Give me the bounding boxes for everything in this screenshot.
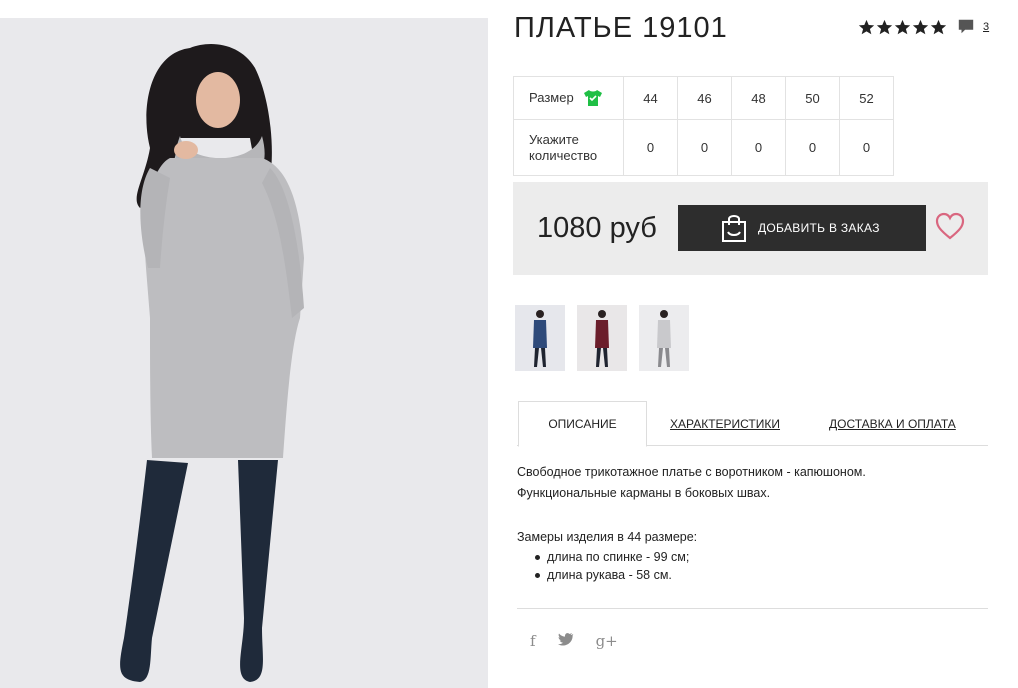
star-icon — [858, 19, 875, 34]
thumbnail-burgundy-dress[interactable] — [577, 305, 627, 371]
description-line: Свободное трикотажное платье с воротнико… — [517, 465, 866, 479]
quantity-input[interactable]: 0 — [677, 119, 732, 176]
star-icon — [912, 19, 929, 34]
google-plus-icon[interactable]: g+ — [596, 632, 618, 650]
star-icon — [930, 19, 947, 34]
facebook-icon[interactable]: f — [530, 632, 536, 650]
description-line: Функциональные карманы в боковых швах. — [517, 485, 771, 500]
tab-description[interactable]: ОПИСАНИЕ — [518, 401, 647, 447]
size-option: 46 — [677, 76, 732, 120]
quantity-input[interactable]: 0 — [731, 119, 786, 176]
heart-icon[interactable] — [935, 212, 965, 240]
star-icon — [876, 19, 893, 34]
measurements-list: длина по спинке - 99 см; длина рукава - … — [517, 548, 987, 584]
measurements-title: Замеры изделия в 44 размере: — [517, 530, 698, 544]
tab-delivery-payment[interactable]: ДОСТАВКА И ОПЛАТА — [829, 401, 956, 446]
product-main-image[interactable] — [0, 18, 488, 688]
quantity-label: Укажите количество — [513, 119, 624, 176]
thumbnail-blue-dress[interactable] — [515, 305, 565, 371]
twitter-icon[interactable] — [557, 632, 574, 650]
size-label: Размер — [529, 90, 574, 105]
size-option: 44 — [623, 76, 678, 120]
size-chart-shirt-icon[interactable] — [583, 89, 603, 107]
size-option: 48 — [731, 76, 786, 120]
buy-box: 1080 руб ДОБАВИТЬ В ЗАКАЗ — [513, 182, 988, 275]
star-icon — [894, 19, 911, 34]
rating: 3 — [858, 18, 989, 36]
list-item: длина рукава - 58 см. — [517, 566, 987, 584]
quantity-input[interactable]: 0 — [623, 119, 678, 176]
product-tabs: ОПИСАНИЕ ХАРАКТЕРИСТИКИ ДОСТАВКА И ОПЛАТ… — [517, 401, 988, 447]
add-to-order-label: ДОБАВИТЬ В ЗАКАЗ — [758, 221, 880, 235]
comment-icon[interactable] — [957, 18, 975, 36]
add-to-order-button[interactable]: ДОБАВИТЬ В ЗАКАЗ — [678, 205, 926, 251]
size-option: 52 — [839, 76, 894, 120]
rating-stars[interactable] — [858, 19, 947, 36]
list-item: длина по спинке - 99 см; — [517, 548, 987, 566]
divider — [517, 608, 988, 609]
quantity-input[interactable]: 0 — [785, 119, 840, 176]
size-label-cell: Размер — [513, 76, 624, 120]
size-option: 50 — [785, 76, 840, 120]
size-table: Размер 44 46 48 50 52 Укажите количество… — [513, 76, 894, 176]
review-count-link[interactable]: 3 — [983, 21, 989, 33]
thumbnail-grey-dress[interactable] — [639, 305, 689, 371]
price: 1080 руб — [537, 212, 657, 244]
tab-characteristics[interactable]: ХАРАКТЕРИСТИКИ — [670, 401, 780, 446]
quantity-input[interactable]: 0 — [839, 119, 894, 176]
shopping-bag-icon — [722, 215, 746, 242]
product-title: ПЛАТЬЕ 19101 — [514, 12, 728, 44]
product-description: Свободное трикотажное платье с воротнико… — [517, 462, 987, 584]
social-share: f g+ — [530, 632, 618, 650]
thumbnail-list — [515, 305, 689, 371]
